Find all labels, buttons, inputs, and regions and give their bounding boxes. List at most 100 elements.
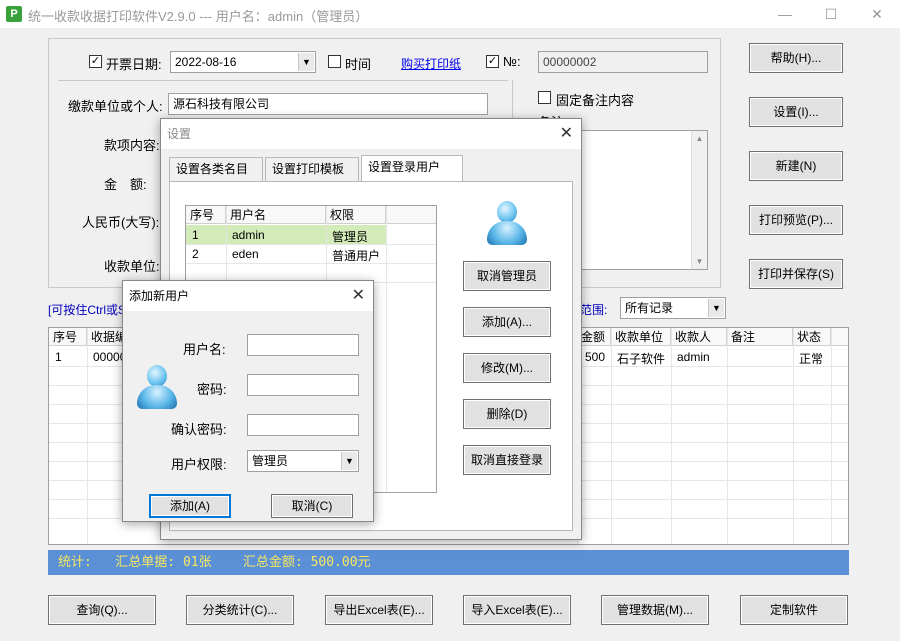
user-seq: 2 bbox=[192, 247, 199, 261]
settings-button[interactable]: 设置(I)... bbox=[749, 97, 843, 127]
export-excel-button[interactable]: 导出Excel表(E)... bbox=[325, 595, 433, 625]
column-header-seq[interactable]: 序号 bbox=[49, 328, 87, 345]
row-unit: 石子软件 bbox=[617, 352, 666, 366]
item-label: 款项内容: bbox=[104, 138, 160, 153]
add-cancel-button[interactable]: 取消(C) bbox=[271, 494, 353, 518]
user-row-admin[interactable]: 1 admin 管理员 bbox=[186, 225, 386, 244]
grid-line bbox=[793, 328, 794, 544]
confirm-password-input[interactable] bbox=[247, 414, 359, 436]
window-title: 统一收款收据打印软件V2.9.0 --- 用户名：admin（管理员） bbox=[28, 9, 369, 24]
column-header-amount[interactable]: 金额 bbox=[577, 328, 611, 345]
confirm-password-label: 确认密码: bbox=[171, 422, 227, 437]
chevron-down-icon: ▼ bbox=[708, 299, 724, 317]
tab-print-template[interactable]: 设置打印模板 bbox=[265, 157, 359, 181]
issue-date-label: 开票日期: bbox=[106, 57, 162, 72]
number-label: №: bbox=[503, 54, 521, 69]
row-seq: 1 bbox=[55, 350, 62, 364]
chevron-down-icon: ▼ bbox=[298, 53, 314, 71]
column-header-seq[interactable]: 序号 bbox=[186, 206, 226, 223]
user-role: 普通用户 bbox=[332, 249, 381, 263]
user-avatar-icon bbox=[137, 365, 177, 409]
filter-hint: [可按住Ctrl或S bbox=[48, 303, 127, 317]
rmb-label: 人民币(大写): bbox=[82, 215, 160, 230]
scroll-up-icon[interactable]: ▲ bbox=[692, 134, 707, 143]
cancel-direct-login-button[interactable]: 取消直接登录 bbox=[463, 445, 551, 475]
grid-line bbox=[186, 263, 436, 264]
settings-tab-strip: 设置各类名目 设置打印模板 设置登录用户 bbox=[169, 155, 573, 183]
form-divider bbox=[58, 80, 508, 81]
row-amount: 500 bbox=[585, 350, 606, 364]
time-checkbox[interactable] bbox=[328, 55, 341, 68]
role-select[interactable]: 管理员 ▼ bbox=[247, 450, 359, 472]
number-checkbox[interactable]: ✓ bbox=[486, 55, 499, 68]
tab-login-users[interactable]: 设置登录用户 bbox=[361, 155, 463, 181]
grid-line bbox=[87, 328, 88, 544]
grid-line bbox=[386, 206, 387, 492]
add-user-dialog-title-bar: 添加新用户 ✕ bbox=[123, 281, 373, 311]
user-name: admin bbox=[232, 228, 265, 242]
user-name: eden bbox=[232, 247, 259, 261]
grid-line bbox=[671, 328, 672, 544]
range-label: 范围: bbox=[580, 303, 608, 317]
tab-categories[interactable]: 设置各类名目 bbox=[169, 157, 263, 181]
column-header-username[interactable]: 用户名 bbox=[226, 206, 326, 223]
row-status: 正常 bbox=[799, 352, 824, 366]
range-select[interactable]: 所有记录 ▼ bbox=[620, 297, 726, 319]
role-label: 用户权限: bbox=[171, 457, 227, 472]
password-input[interactable] bbox=[247, 374, 359, 396]
fixed-note-label: 固定备注内容 bbox=[556, 93, 635, 108]
add-user-button[interactable]: 添加(A)... bbox=[463, 307, 551, 337]
user-row-eden[interactable]: 2 eden 普通用户 bbox=[186, 244, 386, 263]
help-button[interactable]: 帮助(H)... bbox=[749, 43, 843, 73]
chevron-down-icon: ▼ bbox=[341, 452, 357, 470]
minimize-button[interactable]: — bbox=[762, 0, 808, 28]
title-bar: P 统一收款收据打印软件V2.9.0 --- 用户名：admin（管理员） — … bbox=[0, 0, 900, 28]
username-input[interactable] bbox=[247, 334, 359, 356]
users-grid-header: 序号 用户名 权限 bbox=[186, 206, 436, 224]
role-value: 管理员 bbox=[252, 454, 289, 468]
column-header-role[interactable]: 权限 bbox=[326, 206, 386, 223]
query-button[interactable]: 查询(Q)... bbox=[48, 595, 156, 625]
manage-data-button[interactable]: 管理数据(M)... bbox=[601, 595, 709, 625]
add-user-close-icon[interactable]: ✕ bbox=[352, 281, 365, 311]
close-button[interactable]: ✕ bbox=[854, 0, 900, 28]
grid-line bbox=[727, 328, 728, 544]
import-excel-button[interactable]: 导入Excel表(E)... bbox=[463, 595, 571, 625]
amount-label: 金 额: bbox=[104, 177, 147, 192]
modify-user-button[interactable]: 修改(M)... bbox=[463, 353, 551, 383]
category-stats-button[interactable]: 分类统计(C)... bbox=[186, 595, 294, 625]
column-header-unit[interactable]: 收款单位 bbox=[611, 328, 671, 345]
column-header-payee[interactable]: 收款人 bbox=[671, 328, 727, 345]
time-label: 时间 bbox=[345, 57, 372, 72]
add-confirm-button[interactable]: 添加(A) bbox=[149, 494, 231, 518]
scroll-down-icon[interactable]: ▼ bbox=[692, 257, 707, 266]
payer-field[interactable]: 源石科技有限公司 bbox=[168, 93, 488, 115]
row-payee: admin bbox=[677, 350, 710, 364]
new-button[interactable]: 新建(N) bbox=[749, 151, 843, 181]
cancel-admin-button[interactable]: 取消管理员 bbox=[463, 261, 551, 291]
grid-line bbox=[831, 328, 832, 544]
settings-dialog-title-bar: 设置 ✕ bbox=[161, 119, 581, 149]
issue-date-checkbox[interactable]: ✓ bbox=[89, 55, 102, 68]
receipt-number-field[interactable]: 00000002 bbox=[538, 51, 708, 73]
buy-paper-link[interactable]: 购买打印纸 bbox=[401, 55, 461, 72]
column-header-note[interactable]: 备注 bbox=[727, 328, 793, 345]
add-user-dialog-title: 添加新用户 bbox=[129, 289, 190, 303]
issue-date-picker[interactable]: 2022-08-16 ▼ bbox=[170, 51, 316, 73]
password-label: 密码: bbox=[197, 382, 227, 397]
maximize-button[interactable]: ☐ bbox=[808, 0, 854, 28]
column-header-status[interactable]: 状态 bbox=[793, 328, 831, 345]
user-avatar-icon bbox=[487, 201, 527, 245]
delete-user-button[interactable]: 删除(D) bbox=[463, 399, 551, 429]
print-preview-button[interactable]: 打印预览(P)... bbox=[749, 205, 843, 235]
note-scrollbar[interactable]: ▲ ▼ bbox=[691, 131, 707, 269]
user-role: 管理员 bbox=[332, 230, 369, 244]
customize-button[interactable]: 定制软件 bbox=[740, 595, 848, 625]
grid-line bbox=[186, 244, 436, 245]
settings-close-icon[interactable]: ✕ bbox=[560, 119, 573, 149]
fixed-note-checkbox[interactable] bbox=[538, 91, 551, 104]
print-save-button[interactable]: 打印并保存(S) bbox=[749, 259, 843, 289]
app-icon: P bbox=[6, 6, 22, 22]
status-bar: 统计: 汇总单据: 01张 汇总金额: 500.00元 bbox=[48, 550, 849, 575]
payer-label: 缴款单位或个人: bbox=[68, 99, 163, 114]
